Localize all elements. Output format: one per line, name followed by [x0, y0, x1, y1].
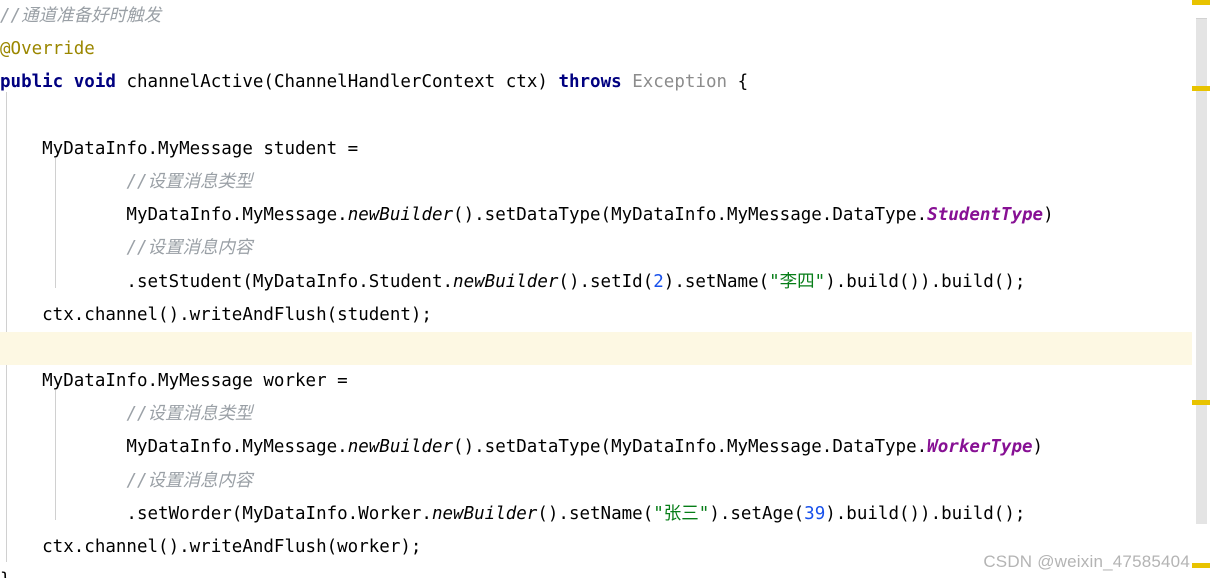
- code-line[interactable]: MyDataInfo.MyMessage student =: [0, 133, 1192, 166]
- code-token-plain: MyDataInfo.MyMessage student =: [0, 138, 359, 159]
- code-token-plain: {: [727, 72, 749, 93]
- code-line[interactable]: @Override: [0, 33, 1192, 66]
- code-token-plain: ().setDataType(MyDataInfo.MyMessage.Data…: [453, 437, 928, 458]
- code-line[interactable]: [0, 100, 1192, 133]
- code-token-keyword: void: [73, 72, 116, 93]
- code-token-comment: //设置消息类型: [126, 171, 253, 192]
- code-line[interactable]: MyDataInfo.MyMessage.newBuilder().setDat…: [0, 431, 1192, 464]
- vertical-scrollbar-thumb[interactable]: [1196, 18, 1207, 524]
- code-token-number: 39: [804, 503, 826, 524]
- code-token-keyword: throws: [558, 72, 622, 93]
- code-token-string: "张三": [653, 503, 710, 524]
- code-token-plain: ).build()).build();: [825, 503, 1026, 524]
- code-token-annotation: @Override: [0, 39, 95, 60]
- code-token-static: newBuilder: [347, 437, 454, 458]
- code-token-plain: }: [0, 570, 11, 578]
- code-line[interactable]: MyDataInfo.MyMessage.newBuilder().setDat…: [0, 199, 1192, 232]
- code-token-keyword: public: [0, 72, 64, 93]
- code-token-comment: //设置消息类型: [126, 404, 253, 425]
- scrollbar-marker[interactable]: [1192, 86, 1210, 91]
- code-token-plain: ): [1032, 437, 1044, 458]
- scrollbar-marker[interactable]: [1192, 400, 1210, 405]
- code-token-plain: .setStudent(MyDataInfo.Student.: [0, 271, 454, 292]
- code-token-plain: .setWorder(MyDataInfo.Worker.: [0, 503, 432, 524]
- code-token-plain: MyDataInfo.MyMessage worker =: [0, 371, 348, 392]
- code-token-string: "李四": [769, 271, 826, 292]
- code-token-comment: //设置消息内容: [126, 238, 253, 259]
- code-token-plain: ctx.channel().writeAndFlush(worker);: [0, 537, 422, 557]
- code-token-plain: MyDataInfo.MyMessage.: [0, 437, 348, 458]
- code-line[interactable]: public void channelActive(ChannelHandler…: [0, 66, 1192, 99]
- code-token-comment: //通道准备好时触发: [0, 6, 162, 26]
- code-token-plain: ().setName(: [537, 503, 654, 524]
- code-line[interactable]: //设置消息类型: [0, 398, 1192, 431]
- code-token-comment: //设置消息内容: [126, 470, 253, 491]
- code-token-class: Exception: [632, 72, 728, 93]
- code-token-plain: MyDataInfo.MyMessage.: [0, 205, 348, 226]
- code-line[interactable]: //设置消息内容: [0, 465, 1192, 498]
- code-line[interactable]: //通道准备好时触发: [0, 0, 1192, 33]
- code-line[interactable]: [0, 331, 1192, 366]
- code-token-plain: ).build()).build();: [825, 271, 1026, 292]
- code-token-plain: ): [1043, 205, 1054, 226]
- code-token-plain: ().setId(: [558, 271, 654, 292]
- code-token-const: StudentType: [927, 205, 1044, 226]
- code-line[interactable]: //设置消息类型: [0, 166, 1192, 199]
- scrollbar-marker[interactable]: [1192, 0, 1210, 5]
- code-token-plain: channelActive(ChannelHandlerContext ctx): [115, 72, 559, 93]
- code-token-plain: ().setDataType(MyDataInfo.MyMessage.Data…: [453, 205, 928, 226]
- code-text-area[interactable]: //通道准备好时触发 @Override public void channelAc…: [0, 0, 1192, 578]
- csdn-watermark: CSDN @weixin_47585404: [983, 552, 1190, 571]
- code-token-plain: ).setName(: [663, 271, 770, 292]
- code-token-plain: ).setAge(: [709, 503, 805, 524]
- code-line[interactable]: ctx.channel().writeAndFlush(student);: [0, 299, 1192, 332]
- code-token-static: newBuilder: [347, 205, 454, 226]
- code-editor[interactable]: //通道准备好时触发 @Override public void channelAc…: [0, 0, 1210, 578]
- code-token-const: WorkerType: [927, 437, 1033, 458]
- scrollbar-marker[interactable]: [1192, 563, 1210, 568]
- code-token-static: newBuilder: [453, 271, 559, 292]
- code-line[interactable]: //设置消息内容: [0, 232, 1192, 265]
- code-token-static: newBuilder: [431, 503, 538, 524]
- code-token-plain: ctx.channel().writeAndFlush(student);: [0, 304, 432, 325]
- code-line[interactable]: .setStudent(MyDataInfo.Student.newBuilde…: [0, 266, 1192, 299]
- code-line[interactable]: .setWorder(MyDataInfo.Worker.newBuilder(…: [0, 498, 1192, 531]
- code-line[interactable]: MyDataInfo.MyMessage worker =: [0, 365, 1192, 398]
- code-token-number: 2: [653, 271, 664, 292]
